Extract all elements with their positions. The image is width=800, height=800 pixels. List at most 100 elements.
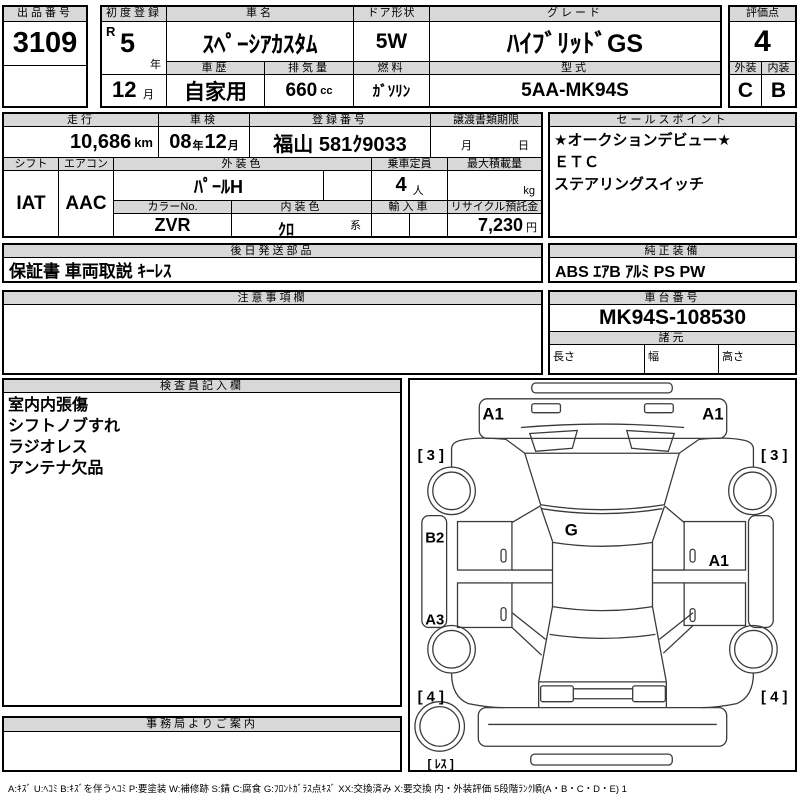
pillar-band-left [511,569,553,584]
aircon-label: エアコン [59,158,114,171]
color-no-value: ZVR [114,214,232,236]
inspector-note-line: シフトノブすれ [8,418,121,435]
history-label: 車歴 [167,62,265,75]
side-sill-right [747,514,774,629]
rear-wheel-left-inner [432,629,472,669]
first-reg-era: R [106,24,116,39]
mark-hood-right: A1 [702,405,724,424]
first-reg-label: 初度登録 [102,7,167,22]
import-label: 輸入車 [372,201,448,214]
spec-length-cell: 長さ [550,345,645,373]
sales-point-line: ★オークションデビュー★ [554,132,731,149]
door-handle [689,548,696,563]
front-bumper-strip [531,382,673,394]
grade-label: グレード [430,7,720,22]
door-handle [500,548,507,563]
chassis-box: 車台番号 MK94S-108530 諸元 長さ 幅 高さ [548,290,797,375]
transfer-day-label: 日 [518,140,529,152]
spec-width-label: 幅 [648,351,659,363]
fuel-label: 燃料 [354,62,430,75]
capacity-label: 乗車定員 [372,158,448,171]
ext-color-empty [324,171,372,201]
transfer-docs-value: 月 日 [431,127,541,158]
auction-sheet: 出品番号 3109 初度登録 R 5 年 12 月 車名 ｽﾍﾟｰｼｱｶｽﾀﾑ … [0,0,800,800]
inspection-year-unit: 年 [192,140,204,152]
mileage-unit: km [134,134,153,150]
fold-line-right [663,505,685,524]
int-color-value: ｸﾛ 系 [232,214,372,236]
exterior-grade: C [730,75,762,106]
mark-side-bottom: A3 [425,612,444,628]
inspection-month: 12 [204,130,227,153]
model-code-value: 5AA-MK94S [521,79,629,101]
first-reg-year: 5 [120,28,136,58]
office-info-box: 事務局よりご案内 [2,716,402,772]
int-color-label: 内装色 [232,201,372,214]
later-parts-label: 後日発送部品 [4,245,541,258]
sales-point-label: セールスポイント [550,114,795,127]
rear-window-side-right [651,606,667,683]
inspector-note-line: ラジオレス [8,439,88,456]
tail-panel-lines [573,688,633,700]
headlight-left [531,403,562,414]
tail-light-right [632,685,666,703]
first-reg-year-unit: 年 [150,59,161,71]
mark-door-right: A1 [709,553,729,570]
interior-grade: B [770,78,787,102]
mileage-number: 10,686 [70,130,132,153]
mark-glass: G [565,520,578,539]
grade-value: ﾊｲﾌﾞﾘｯﾄﾞGS [430,22,720,62]
inspector-note-line: 室内内張傷 [8,397,89,414]
tail-light-left [539,685,574,703]
spare-tire [414,701,466,752]
front-fender-right [698,437,755,468]
interior-label: 内装 [762,62,795,75]
roof-front-edge [552,541,653,547]
first-reg-year-cell: R 5 年 [102,22,167,75]
import-cell-1 [372,214,410,236]
mark-spare: [ ﾚｽ ] [428,757,454,770]
capacity-number: 4 [395,174,407,196]
front-wheel-right-inner [732,471,772,511]
chassis-label: 車台番号 [550,292,795,305]
sales-point-box: セールスポイント ★オークションデビュー★ ＥＴＣ ステアリングスイッチ [548,112,797,238]
inspector-notes-label: 検査員記入欄 [4,380,400,393]
ext-color-label: 外装色 [114,158,372,171]
rear-wheel-right-inner [733,629,773,669]
rear-wheel-right [729,624,778,674]
lot-number-value: 3109 [4,22,86,66]
int-color-name: ｸﾛ [278,222,295,236]
recycle-value: 7,230 円 [448,214,541,236]
first-reg-month-cell: 12 月 [102,75,167,106]
headlight-right [643,403,674,414]
windshield [523,452,681,511]
oem-equipment-label: 純正装備 [550,245,795,258]
capacity-value: 4 人 [372,171,448,201]
spec-height-label: 高さ [722,351,744,363]
displacement-unit: cc [320,84,333,97]
lot-number-empty [4,66,86,106]
recycle-label: リサイクル預託金 [448,201,541,214]
reg-no-label: 登録番号 [250,114,431,127]
inspector-notes-box: 検査員記入欄 室内内張傷 シフトノブすれ ラジオレス アンテナ欠品 [2,378,402,707]
detail-box: 走行 車検 登録番号 譲渡書類期限 10,686 km 08 年 12 月 福山… [2,112,543,238]
rear-fender-right [700,672,755,709]
door-shape-value: 5W [354,22,430,62]
fuel-value: ｶﾞｿﾘﾝ [354,75,430,106]
recycle-unit: 円 [526,222,537,234]
notes-box: 注意事項欄 [2,290,543,375]
door-handle [500,607,507,622]
rear-door-right [683,582,747,627]
chassis-value: MK94S-108530 [550,305,795,332]
rear-window-top [549,633,656,639]
office-info-label: 事務局よりご案内 [4,718,400,732]
mark-rear-tire-left: [ 4 ] [418,690,444,706]
displacement-value: 660 cc [265,75,354,106]
oem-equipment-box: 純正装備 ABS ｴｱB ｱﾙﾐ PS PW [548,243,797,283]
spare-tire-inner [419,705,461,747]
max-load-label: 最大積載量 [448,158,541,171]
vehicle-header-box: 初度登録 R 5 年 12 月 車名 ｽﾍﾟｰｼｱｶｽﾀﾑ 車歴 自家用 排気量… [100,5,722,108]
quarter-fold-right [659,612,694,654]
mark-front-tire-right: [ 3 ] [761,448,787,464]
cowl-line [520,423,685,429]
